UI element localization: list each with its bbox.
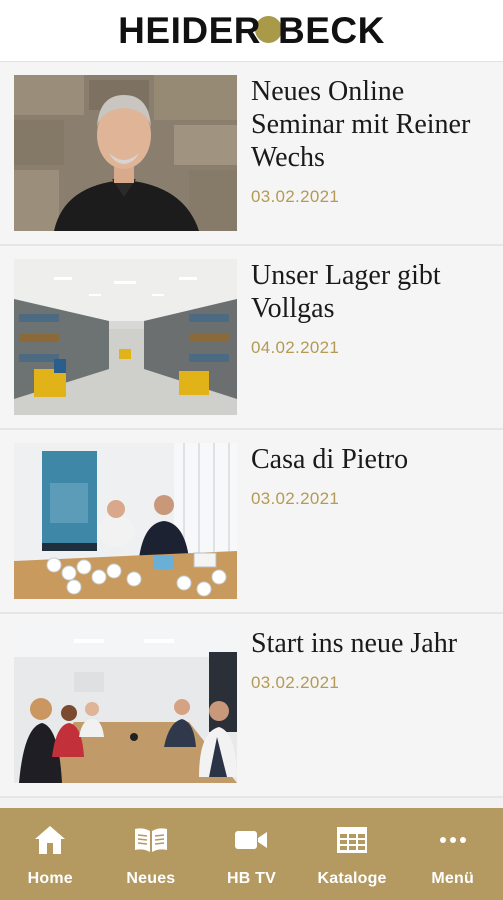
card-text: Unser Lager gibt Vollgas 04.02.2021 [237,259,503,428]
news-card[interactable]: Unser Lager gibt Vollgas 04.02.2021 [0,246,503,430]
nav-label: Home [27,870,73,887]
nav-kataloge[interactable]: Kataloge [302,808,403,900]
nav-label: Neues [126,870,176,887]
nav-label: Kataloge [317,870,387,887]
news-card[interactable]: Casa di Pietro 03.02.2021 [0,430,503,614]
card-text: Neues Online Seminar mit Reiner Wechs 03… [237,75,503,244]
card-text: Start ins neue Jahr 03.02.2021 [237,627,503,796]
news-date: 03.02.2021 [251,187,340,206]
nav-home[interactable]: Home [0,808,101,900]
meeting-table-photo [14,443,237,599]
table-icon [335,824,369,856]
brand-logo[interactable]: HEIDER BECK [118,12,385,49]
conference-room-photo [14,627,237,783]
app-header: HEIDER BECK [0,0,503,62]
news-title[interactable]: Casa di Pietro [251,443,489,476]
news-title[interactable]: Neues Online Seminar mit Reiner Wechs [251,75,489,174]
news-date: 03.02.2021 [251,489,340,508]
video-camera-icon [233,824,269,856]
news-feed[interactable]: Neues Online Seminar mit Reiner Wechs 03… [0,62,503,808]
bottom-navigation: Home Neues HB TV Kataloge Menü [0,808,503,900]
news-title[interactable]: Unser Lager gibt Vollgas [251,259,489,325]
nav-neues[interactable]: Neues [101,808,202,900]
nav-menu[interactable]: Menü [402,808,503,900]
logo-text-left: HEIDER [118,10,261,51]
logo-text-right: BECK [277,10,385,51]
news-card[interactable]: Start ins neue Jahr 03.02.2021 [0,614,503,798]
nav-label: Menü [431,870,474,887]
warehouse-photo [14,259,237,415]
home-icon [33,824,67,856]
nav-hb-tv[interactable]: HB TV [201,808,302,900]
card-text: Casa di Pietro 03.02.2021 [237,443,503,612]
more-dots-icon [439,824,467,856]
news-date: 04.02.2021 [251,338,340,357]
book-icon [133,824,169,856]
portrait-photo [14,75,237,231]
news-date: 03.02.2021 [251,673,340,692]
news-title[interactable]: Start ins neue Jahr [251,627,489,660]
news-card[interactable]: Neues Online Seminar mit Reiner Wechs 03… [0,62,503,246]
nav-label: HB TV [226,870,276,887]
